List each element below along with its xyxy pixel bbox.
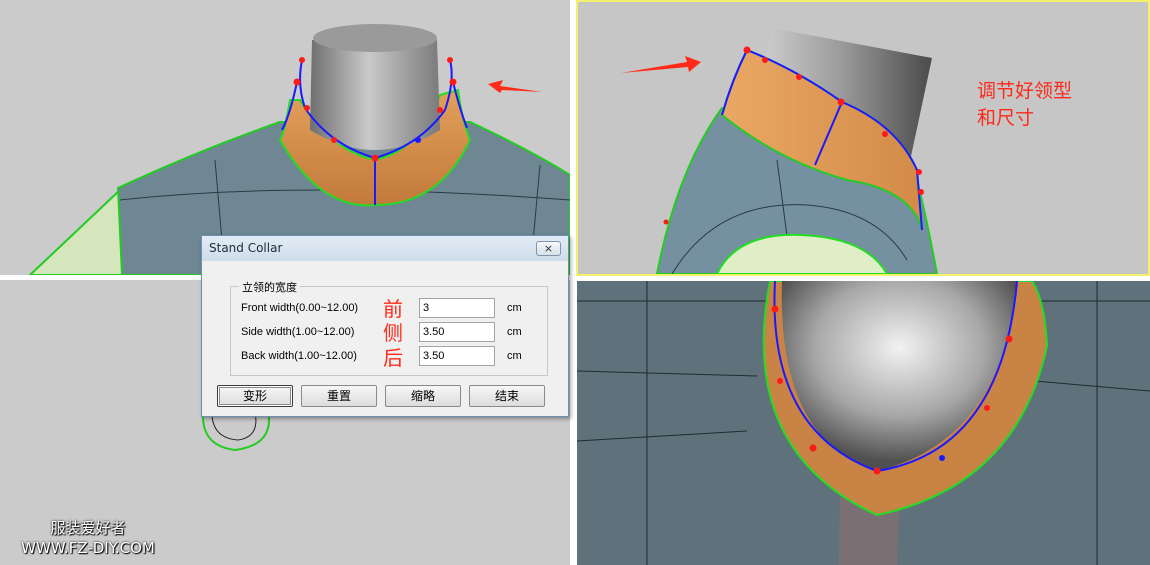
annotation-note-line2: 和尺寸	[977, 107, 1035, 129]
back-width-input[interactable]	[419, 346, 495, 366]
sleeve-mesh	[28, 187, 127, 275]
watermark: 服装爱好者 WWW.FZ-DIY.COM	[8, 518, 168, 558]
arrow-annotation	[488, 80, 542, 93]
annotation-back: 后	[383, 346, 403, 370]
side-width-unit: cm	[507, 326, 522, 338]
close-icon[interactable]: ⨯	[536, 241, 561, 256]
viewport-top[interactable]	[577, 281, 1150, 565]
viewport-divider	[570, 0, 577, 565]
annotation-side: 侧	[383, 321, 403, 345]
finish-button[interactable]: 结束	[469, 385, 545, 407]
top-view-render	[577, 281, 1150, 565]
annotation-note: 调节好领型 和尺寸	[977, 78, 1107, 132]
reset-button[interactable]: 重置	[301, 385, 377, 407]
neck-cylinder	[310, 40, 440, 150]
watermark-line1: 服装爱好者	[50, 519, 126, 537]
dialog-title: Stand Collar	[209, 241, 283, 255]
annotation-note-line1: 调节好领型	[977, 80, 1073, 102]
viewport-front[interactable]	[0, 0, 570, 275]
back-width-unit: cm	[507, 350, 522, 362]
front-view-render	[28, 24, 570, 275]
dialog-titlebar[interactable]: Stand Collar ⨯	[202, 236, 568, 261]
annotation-front: 前	[383, 297, 403, 321]
arrow-annotation	[621, 56, 701, 73]
back-width-label: Back width(1.00~12.00)	[241, 350, 357, 362]
shrink-button[interactable]: 缩略	[385, 385, 461, 407]
front-width-unit: cm	[507, 302, 522, 314]
side-width-input[interactable]	[419, 322, 495, 342]
side-width-label: Side width(1.00~12.00)	[241, 326, 355, 338]
front-width-input[interactable]	[419, 298, 495, 318]
transform-button[interactable]: 变形	[217, 385, 293, 407]
group-label: 立领的宽度	[239, 279, 300, 295]
viewport-side[interactable]	[577, 0, 1150, 274]
watermark-line2: WWW.FZ-DIY.COM	[21, 539, 155, 557]
side-view-render	[621, 28, 939, 274]
front-width-label: Front width(0.00~12.00)	[241, 302, 359, 314]
